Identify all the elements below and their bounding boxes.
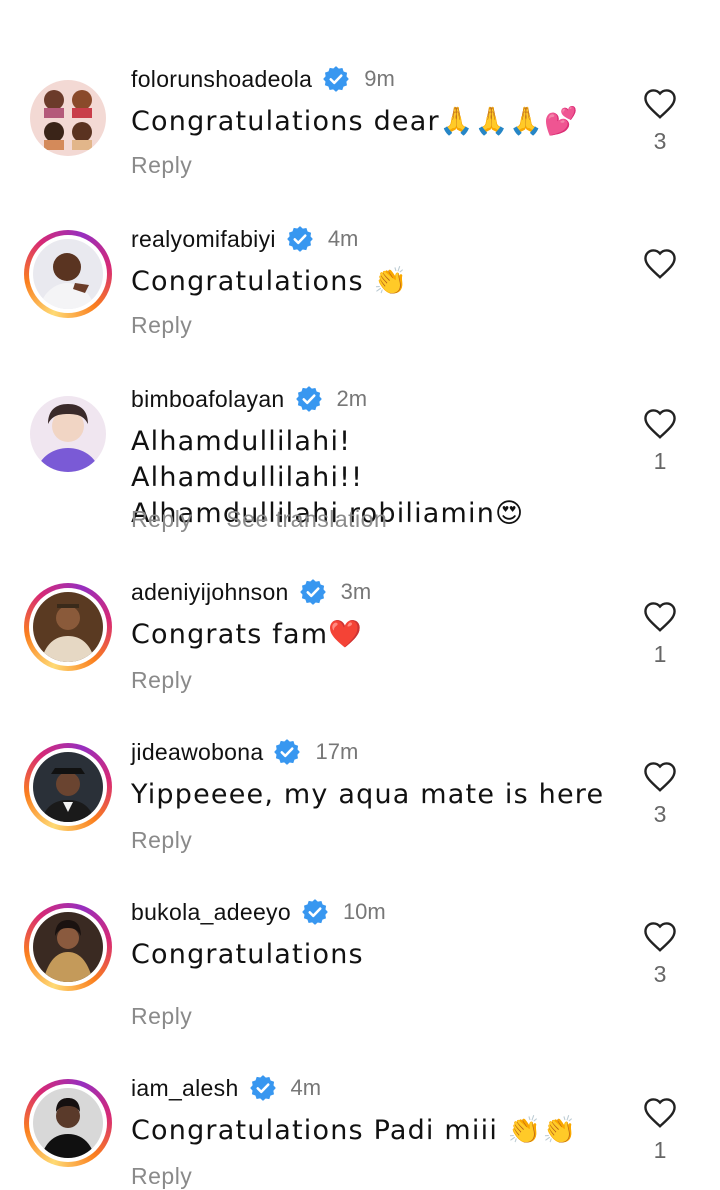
like-control: 3 [640,759,680,828]
like-count: 3 [653,961,667,987]
like-count: 3 [653,128,667,154]
comment-time: 4m [290,1075,322,1100]
reply-button[interactable]: Reply [131,827,192,854]
like-count: 1 [653,448,667,474]
comment-actions: Reply [131,1163,192,1190]
avatar-story-ring[interactable] [24,230,112,318]
comment-text: Congratulations Padi miii 👏👏 [131,1115,578,1146]
comment-header: folorunshoadeola 9m [131,64,395,94]
reply-button[interactable]: Reply [131,312,192,339]
heart-outline-icon[interactable] [642,86,678,120]
see-translation-link[interactable]: See translation [226,506,387,533]
verified-badge-icon [299,579,326,605]
verified-badge-icon [274,739,301,765]
comment-time: 3m [340,579,372,604]
avatar-photo [33,239,103,309]
heart-outline-icon[interactable] [642,246,678,280]
avatar-photo [33,592,103,662]
avatar-photo [33,752,103,822]
heart-outline-icon[interactable] [642,1095,678,1129]
comment-header: adeniyijohnson 3m [131,577,371,607]
comment-actions: Reply [131,667,192,694]
username[interactable]: folorunshoadeola [131,66,312,93]
avatar-story-ring[interactable] [24,583,112,671]
avatar-story-ring[interactable] [24,743,112,831]
avatar-photo [30,396,106,472]
comment-actions: Reply See translation [131,506,387,533]
username[interactable]: adeniyijohnson [131,579,289,606]
comment-header: iam_alesh 4m [131,1073,321,1103]
comment-text: Yippeeee, my aqua mate is here [131,779,605,810]
avatar-photo-collage [30,80,106,156]
comment-time: 9m [364,66,395,91]
like-count: 1 [653,641,667,667]
username[interactable]: iam_alesh [131,1075,239,1102]
reply-button[interactable]: Reply [131,1163,192,1190]
username[interactable]: realyomifabiyi [131,226,276,253]
verified-badge-icon [323,66,350,92]
like-control: 1 [640,599,680,668]
like-control: 3 [640,86,680,155]
like-control [640,246,680,280]
like-count: 1 [653,1137,667,1163]
username[interactable]: bukola_adeeyo [131,899,291,926]
comment-time: 2m [336,386,368,411]
like-control: 1 [640,1095,680,1164]
like-count: 3 [653,801,667,827]
like-control: 1 [640,406,680,475]
comment-time: 17m [315,739,359,764]
reply-button[interactable]: Reply [131,667,192,694]
reply-button[interactable]: Reply [131,152,192,179]
comment-text: Congratulations 👏 [131,266,409,297]
verified-badge-icon [286,226,313,252]
comment-header: realyomifabiyi 4m [131,224,358,254]
reply-button[interactable]: Reply [131,506,192,533]
verified-badge-icon [249,1075,276,1101]
comment-actions: Reply [131,827,192,854]
avatar-story-ring[interactable] [24,903,112,991]
avatar-story-ring[interactable] [24,1079,112,1167]
comment-header: bimboafolayan 2m [131,384,367,414]
comment-text: Congratulations [131,939,364,970]
username[interactable]: jideawobona [131,739,263,766]
comment-time: 4m [327,226,359,251]
comment-header: bukola_adeeyo 10m [131,897,386,927]
comment-actions: Reply [131,1003,192,1030]
heart-outline-icon[interactable] [642,599,678,633]
verified-badge-icon [302,899,328,925]
avatar[interactable] [24,390,112,478]
like-control: 3 [640,919,680,988]
comment-header: jideawobona 17m [131,737,358,767]
avatar-photo [33,912,103,982]
heart-outline-icon[interactable] [642,406,678,440]
username[interactable]: bimboafolayan [131,386,285,413]
avatar-photo [33,1088,103,1158]
comment-text: Congratulations dear🙏🙏🙏💕 [131,106,580,137]
reply-button[interactable]: Reply [131,1003,192,1030]
heart-outline-icon[interactable] [642,759,678,793]
avatar[interactable] [24,74,112,162]
heart-outline-icon[interactable] [642,919,678,953]
comment-text: Congrats fam❤️ [131,619,364,650]
verified-badge-icon [295,386,322,412]
comment-time: 10m [342,899,386,924]
comment-actions: Reply [131,312,192,339]
comment-actions: Reply [131,152,192,179]
